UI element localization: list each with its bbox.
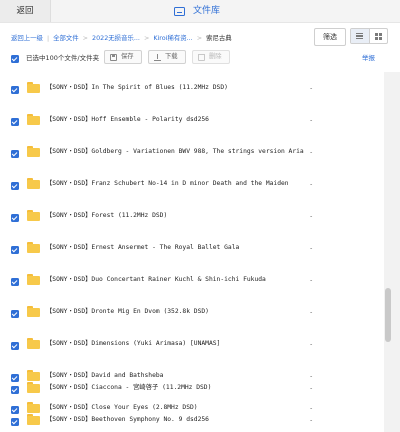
folder-icon [27,146,40,157]
grid-view-icon [374,32,382,40]
row-checkbox[interactable] [11,150,19,158]
folder-icon [27,338,40,349]
list-item[interactable]: 【SONY・DSD】Dronte Mig En Dvom (352.8k DSD… [0,298,384,330]
breadcrumb-folder-link[interactable]: Kiroi稀有资... [153,32,192,44]
save-button[interactable]: 保存 [104,50,142,64]
row-checkbox[interactable] [11,246,19,254]
tv-icon [174,6,185,16]
download-label: 下载 [165,53,178,60]
delete-button[interactable]: 删除 [192,50,230,64]
folder-icon [27,114,40,125]
folder-icon [27,210,40,221]
file-size: - [310,384,313,392]
top-bar: 返回 文件库 [0,0,400,23]
save-icon [110,53,117,61]
file-size: - [310,340,313,348]
download-icon [154,53,161,61]
folder-icon [27,178,40,189]
breadcrumb-current: 索尼古典 [206,34,232,42]
report-link[interactable]: 举报 [362,54,375,63]
list-item[interactable]: 【SONY・DSD】Forest (11.2MHz DSD) - [0,202,384,234]
file-name[interactable]: 【SONY・DSD】Dimensions (Yuki Arimasa) [UNA… [46,339,220,349]
page-title-label: 文件库 [193,6,221,16]
filter-button[interactable]: 筛选 [314,28,346,46]
folder-icon [27,242,40,253]
file-name[interactable]: 【SONY・DSD】Duo Concertant Rainer Kuchl & … [46,275,266,285]
selection-count: 已选中100个文件/文件夹 [26,54,100,62]
file-size: - [310,84,313,92]
select-all-checkbox[interactable] [11,55,19,63]
list-item[interactable]: 【SONY・DSD】Dimensions (Yuki Arimasa) [UNA… [0,330,384,362]
download-button[interactable]: 下载 [148,50,186,64]
row-checkbox[interactable] [11,342,19,350]
trash-icon [198,53,205,61]
row-checkbox[interactable] [11,310,19,318]
page-title: 文件库 [174,0,220,22]
file-size: - [310,416,313,424]
list-item[interactable]: 【SONY・DSD】Ernest Ansermet - The Royal Ba… [0,234,384,266]
breadcrumb-all-files-link[interactable]: 全部文件 [53,32,79,44]
list-item[interactable]: 【SONY・DSD】Hoff Ensemble - Polarity dsd25… [0,106,384,138]
list-view-icon [356,32,364,40]
row-checkbox[interactable] [11,418,19,426]
folder-icon [27,82,40,93]
list-item[interactable]: 【SONY・DSD】Beethoven Symphony No. 9 dsd25… [0,406,384,432]
row-checkbox[interactable] [11,118,19,126]
file-name[interactable]: 【SONY・DSD】Franz Schubert No-14 in D mino… [46,179,289,189]
list-item[interactable]: 【SONY・DSD】Goldberg - Variationen BWV 988… [0,138,384,170]
row-checkbox[interactable] [11,86,19,94]
folder-icon [27,414,40,425]
list-item[interactable]: 【SONY・DSD】Duo Concertant Rainer Kuchl & … [0,266,384,298]
breadcrumb-separator: > [82,34,89,42]
scrollbar-track[interactable] [384,72,400,432]
list-item[interactable]: 【SONY・DSD】In The Spirit of Blues (11.2MH… [0,74,384,106]
file-name[interactable]: 【SONY・DSD】In The Spirit of Blues (11.2MH… [46,83,228,93]
file-name[interactable]: 【SONY・DSD】Beethoven Symphony No. 9 dsd25… [46,415,209,425]
scrollbar-thumb[interactable] [385,288,391,342]
file-name[interactable]: 【SONY・DSD】Forest (11.2MHz DSD) [46,211,167,221]
folder-icon [27,306,40,317]
delete-label: 删除 [209,53,222,60]
breadcrumb-separator: > [143,34,150,42]
file-name[interactable]: 【SONY・DSD】Ernest Ansermet - The Royal Ba… [46,243,239,253]
folder-icon [27,382,40,393]
folder-icon [27,274,40,285]
file-name[interactable]: 【SONY・DSD】Ciaccona - 宮崎啓子 (11.2MHz DSD) [46,383,211,393]
file-size: - [310,276,313,284]
save-label: 保存 [121,53,134,60]
file-size: - [310,308,313,316]
file-size: - [310,148,313,156]
view-toggle [350,28,388,44]
list-item[interactable]: 【SONY・DSD】Ciaccona - 宮崎啓子 (11.2MHz DSD) … [0,374,384,406]
row-checkbox[interactable] [11,278,19,286]
row-checkbox[interactable] [11,182,19,190]
file-name[interactable]: 【SONY・DSD】Dronte Mig En Dvom (352.8k DSD… [46,307,209,317]
file-size: - [310,244,313,252]
file-size: - [310,212,313,220]
back-button[interactable]: 返回 [0,0,51,22]
list-item[interactable]: 【SONY・DSD】Franz Schubert No-14 in D mino… [0,170,384,202]
file-size: - [310,116,313,124]
file-size: - [310,180,313,188]
file-name[interactable]: 【SONY・DSD】Hoff Ensemble - Polarity dsd25… [46,115,209,125]
row-checkbox[interactable] [11,214,19,222]
file-name[interactable]: 【SONY・DSD】Goldberg - Variationen BWV 988… [46,147,304,157]
breadcrumb-separator: > [196,34,203,42]
breadcrumb-folder-link[interactable]: 2022无损音乐... [92,32,140,44]
row-checkbox[interactable] [11,386,19,394]
grid-view-button[interactable] [370,29,388,43]
list-view-button[interactable] [351,29,370,43]
breadcrumb-separator: | [46,34,50,42]
breadcrumb-up-link[interactable]: 返回上一级 [11,32,43,44]
breadcrumb: 返回上一级 | 全部文件 > 2022无损音乐... > Kiroi稀有资...… [11,32,232,44]
